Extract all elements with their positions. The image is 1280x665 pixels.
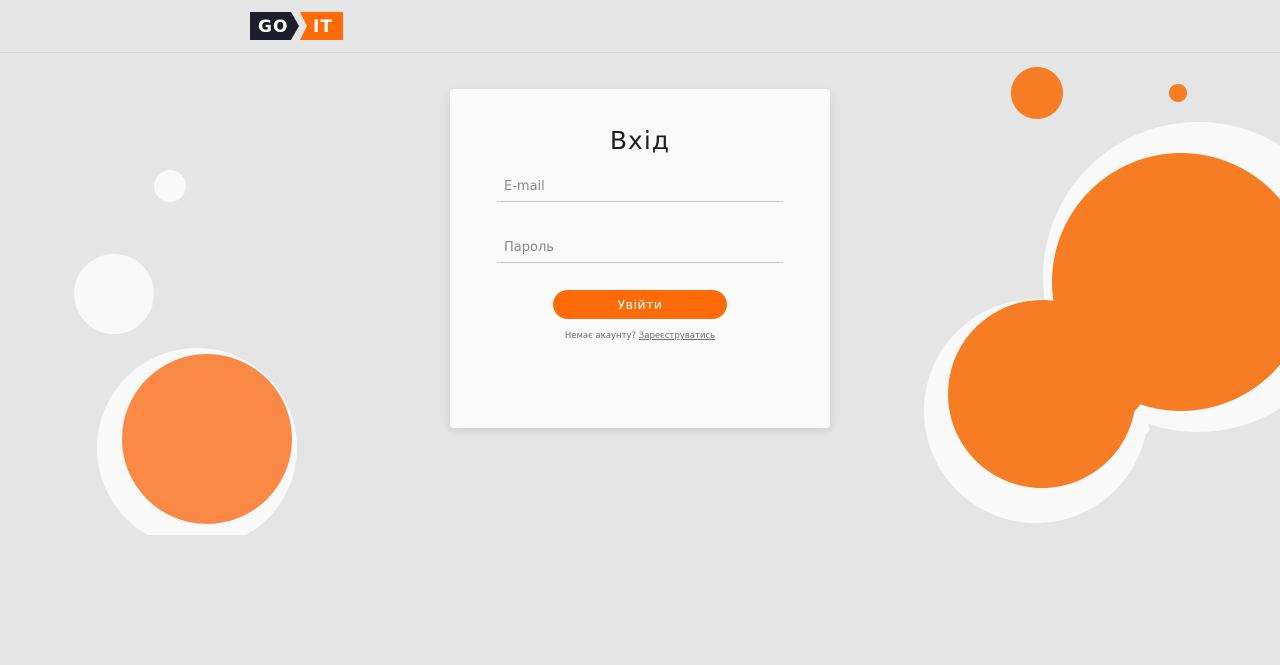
tiny-orange-dot [1169,84,1187,102]
svg-text:GO: GO [258,17,288,37]
right-orange-blob [924,122,1280,523]
svg-text:IT: IT [313,17,333,37]
top-header: GO IT [0,0,1280,53]
email-field[interactable] [497,172,783,202]
goit-logo[interactable]: GO IT [250,12,343,40]
login-button[interactable]: Увійти [553,290,727,319]
password-field[interactable] [497,233,783,263]
login-page: GO IT Вхід Увійти Немає акаунту? Зареєст… [0,0,1280,665]
register-link[interactable]: Зареєструватись [639,331,715,341]
small-white-bubble [154,170,186,202]
login-title: Вхід [609,126,671,155]
signup-prompt: Немає акаунту? Зареєструватись [0,331,1280,341]
top-orange-dot [1011,67,1063,119]
medium-white-bubble [74,254,154,334]
left-orange-bubble [97,348,297,535]
no-account-text: Немає акаунту? [564,331,637,341]
